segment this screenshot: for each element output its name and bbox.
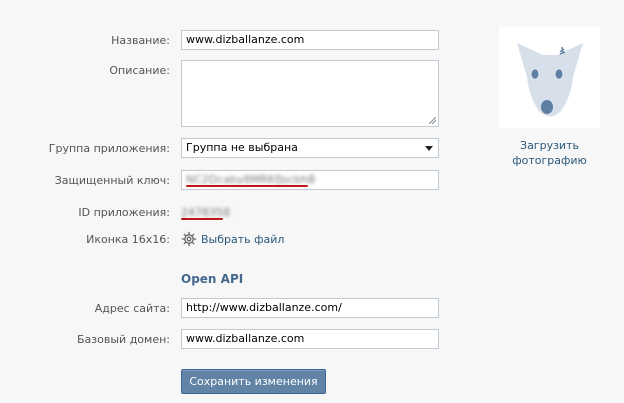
site-address-label: Адрес сайта:	[94, 302, 170, 315]
app-id-redaction-underline	[181, 218, 223, 220]
gear-icon	[181, 231, 197, 247]
resize-handle-icon[interactable]	[429, 117, 436, 124]
group-select[interactable]: Группа не выбрана	[181, 138, 439, 158]
icon-label: Иконка 16x16:	[86, 233, 170, 246]
save-changes-button[interactable]: Сохранить изменения	[181, 369, 326, 394]
dropdown-arrow-icon	[425, 146, 433, 151]
choose-file-link[interactable]: Выбрать файл	[201, 233, 284, 246]
description-textarea[interactable]	[181, 60, 439, 127]
secure-key-label: Защищенный ключ:	[54, 174, 170, 187]
base-domain-label: Базовый домен:	[77, 333, 170, 346]
group-select-value: Группа не выбрана	[186, 141, 298, 154]
group-label: Группа приложения:	[48, 142, 170, 155]
name-input[interactable]: www.dizballanze.com	[181, 30, 439, 50]
site-address-input[interactable]: http://www.dizballanze.com/	[181, 298, 439, 318]
upload-photo-line1: Загрузить	[520, 139, 579, 152]
description-label: Описание:	[109, 64, 170, 77]
secure-key-input[interactable]: NC2Dcaby8MRKfJscbhB	[181, 170, 439, 190]
base-domain-input[interactable]: www.dizballanze.com	[181, 329, 439, 349]
avatar-placeholder[interactable]	[499, 27, 600, 128]
upload-photo-link[interactable]: Загрузить фотографию	[499, 138, 600, 168]
open-api-section-title: Open API	[181, 272, 244, 286]
upload-photo-line2: фотографию	[512, 154, 587, 167]
name-label: Название:	[111, 34, 170, 47]
app-id-label: ID приложения:	[78, 206, 170, 219]
secure-key-redaction-underline	[186, 185, 308, 187]
choose-file-control[interactable]: Выбрать файл	[181, 231, 284, 247]
dog-avatar-placeholder-icon	[517, 43, 583, 117]
